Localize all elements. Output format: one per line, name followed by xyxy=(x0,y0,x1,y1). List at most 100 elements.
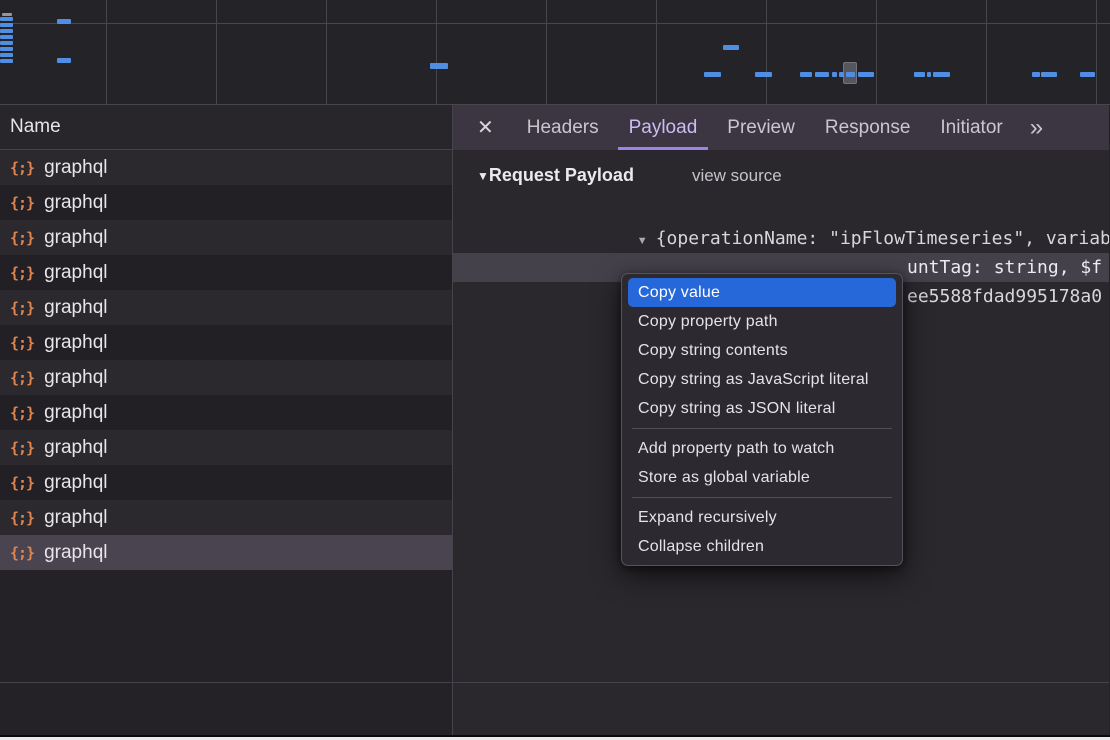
overview-gray-bar xyxy=(2,13,12,16)
request-name: graphql xyxy=(44,542,107,564)
network-overview[interactable] xyxy=(0,0,1110,105)
overview-request-bar xyxy=(755,72,772,77)
overview-request-bar xyxy=(0,17,13,21)
tree-row-operation-name[interactable]: operationName: "ipFlowTimeseries" xyxy=(453,224,1109,253)
tree-row-root[interactable]: ▼{operationName: "ipFlowTimeseries", var… xyxy=(453,195,1109,224)
overview-request-bar xyxy=(839,72,844,77)
menu-item-add-property-path-to-watch[interactable]: Add property path to watch xyxy=(628,434,896,463)
request-row[interactable]: {;} graphql xyxy=(0,360,452,395)
overview-request-bar xyxy=(430,63,448,69)
request-row[interactable]: {;} graphql xyxy=(0,465,452,500)
menu-item-expand-recursively[interactable]: Expand recursively xyxy=(628,503,896,532)
json-braces-icon: {;} xyxy=(10,264,34,282)
menu-item-store-as-global-variable[interactable]: Store as global variable xyxy=(628,463,896,492)
overview-request-bar xyxy=(927,72,931,77)
overview-request-bar xyxy=(723,45,739,50)
overview-request-bar xyxy=(815,72,829,77)
request-row[interactable]: {;} graphql xyxy=(0,500,452,535)
context-menu: Copy valueCopy property pathCopy string … xyxy=(621,273,903,566)
overview-request-bar xyxy=(0,41,13,45)
request-row[interactable]: {;} graphql xyxy=(0,255,452,290)
json-braces-icon: {;} xyxy=(10,194,34,212)
overview-request-bar xyxy=(57,19,71,24)
json-braces-icon: {;} xyxy=(10,544,34,562)
overview-request-bar xyxy=(914,72,925,77)
variables-fragment-right: ee5588fdad995178a0 xyxy=(907,282,1102,311)
details-tabs: HeadersPayloadPreviewResponseInitiator xyxy=(512,105,1018,150)
close-icon[interactable]: ✕ xyxy=(473,115,498,140)
overview-request-bar xyxy=(800,72,812,77)
json-braces-icon: {;} xyxy=(10,159,34,177)
request-row[interactable]: {;} graphql xyxy=(0,430,452,465)
query-fragment-right: untTag: string, $f xyxy=(907,253,1102,282)
overview-gridline xyxy=(766,0,767,104)
overview-gridline xyxy=(876,0,877,104)
request-name: graphql xyxy=(44,507,107,529)
request-name: graphql xyxy=(44,402,107,424)
overview-request-bar xyxy=(832,72,837,77)
request-name: graphql xyxy=(44,262,107,284)
request-row[interactable]: {;} graphql xyxy=(0,220,452,255)
overview-divider-line xyxy=(0,23,1110,24)
json-braces-icon: {;} xyxy=(10,439,34,457)
overview-request-bar xyxy=(933,72,950,77)
section-title: Request Payload xyxy=(489,165,634,186)
devtools-window: Name {;} graphql {;} graphql {;} graphql {;} gr… xyxy=(0,0,1110,740)
overview-gridline xyxy=(106,0,107,104)
menu-item-collapse-children[interactable]: Collapse children xyxy=(628,532,896,561)
overview-request-bar xyxy=(1032,72,1040,77)
json-braces-icon: {;} xyxy=(10,509,34,527)
more-tabs-icon[interactable]: » xyxy=(1030,114,1041,142)
request-name: graphql xyxy=(44,437,107,459)
name-column-header[interactable]: Name xyxy=(0,105,452,150)
overview-request-bar xyxy=(704,72,721,77)
list-footer xyxy=(0,682,452,735)
tab-preview[interactable]: Preview xyxy=(716,105,806,150)
overview-request-bar xyxy=(0,59,13,63)
request-row[interactable]: {;} graphql xyxy=(0,395,452,430)
json-braces-icon: {;} xyxy=(10,474,34,492)
devtools-network-panel: Name {;} graphql {;} graphql {;} graphql {;} gr… xyxy=(0,0,1110,737)
menu-separator xyxy=(632,497,892,498)
name-column-label: Name xyxy=(10,116,61,138)
details-footer xyxy=(453,682,1109,735)
overview-request-bar xyxy=(1080,72,1095,77)
menu-item-copy-value[interactable]: Copy value xyxy=(628,278,896,307)
request-name: graphql xyxy=(44,472,107,494)
overview-request-bar xyxy=(0,35,13,39)
tab-response[interactable]: Response xyxy=(814,105,922,150)
overview-gridline xyxy=(326,0,327,104)
menu-item-copy-string-as-javascript-literal[interactable]: Copy string as JavaScript literal xyxy=(628,365,896,394)
request-row[interactable]: {;}graphql xyxy=(0,185,452,220)
request-row[interactable]: {;} graphql xyxy=(0,290,452,325)
json-braces-icon: {;} xyxy=(10,369,34,387)
tab-initiator[interactable]: Initiator xyxy=(929,105,1013,150)
overview-gridline xyxy=(216,0,217,104)
tab-payload[interactable]: Payload xyxy=(618,105,709,150)
menu-item-copy-string-as-json-literal[interactable]: Copy string as JSON literal xyxy=(628,394,896,423)
json-braces-icon: {;} xyxy=(10,229,34,247)
request-row[interactable]: {;} graphql xyxy=(0,150,452,185)
request-row[interactable]: {;} graphql xyxy=(0,535,452,570)
request-name: graphql xyxy=(44,157,107,179)
request-name: graphql xyxy=(44,227,107,249)
section-expander-icon[interactable]: ▼ xyxy=(477,169,489,183)
json-braces-icon: {;} xyxy=(10,299,34,317)
overview-gridline xyxy=(656,0,657,104)
menu-item-copy-property-path[interactable]: Copy property path xyxy=(628,307,896,336)
request-row[interactable]: {;}graphql xyxy=(0,325,452,360)
network-main: Name {;} graphql {;} graphql {;} graphql {;} gr… xyxy=(0,105,1110,735)
overview-gridline xyxy=(986,0,987,104)
json-braces-icon: {;} xyxy=(10,404,34,422)
tab-headers[interactable]: Headers xyxy=(516,105,610,150)
request-name: graphql xyxy=(44,367,107,389)
menu-item-copy-string-contents[interactable]: Copy string contents xyxy=(628,336,896,365)
request-payload-section: ▼Request Payload view source xyxy=(453,150,1109,195)
overview-gridline xyxy=(546,0,547,104)
overview-request-bar xyxy=(0,29,13,33)
menu-separator xyxy=(632,428,892,429)
request-name: graphql xyxy=(44,297,107,319)
view-source-link[interactable]: view source xyxy=(692,166,782,186)
overview-gridline xyxy=(1096,0,1097,104)
request-name: graphql xyxy=(44,332,107,354)
